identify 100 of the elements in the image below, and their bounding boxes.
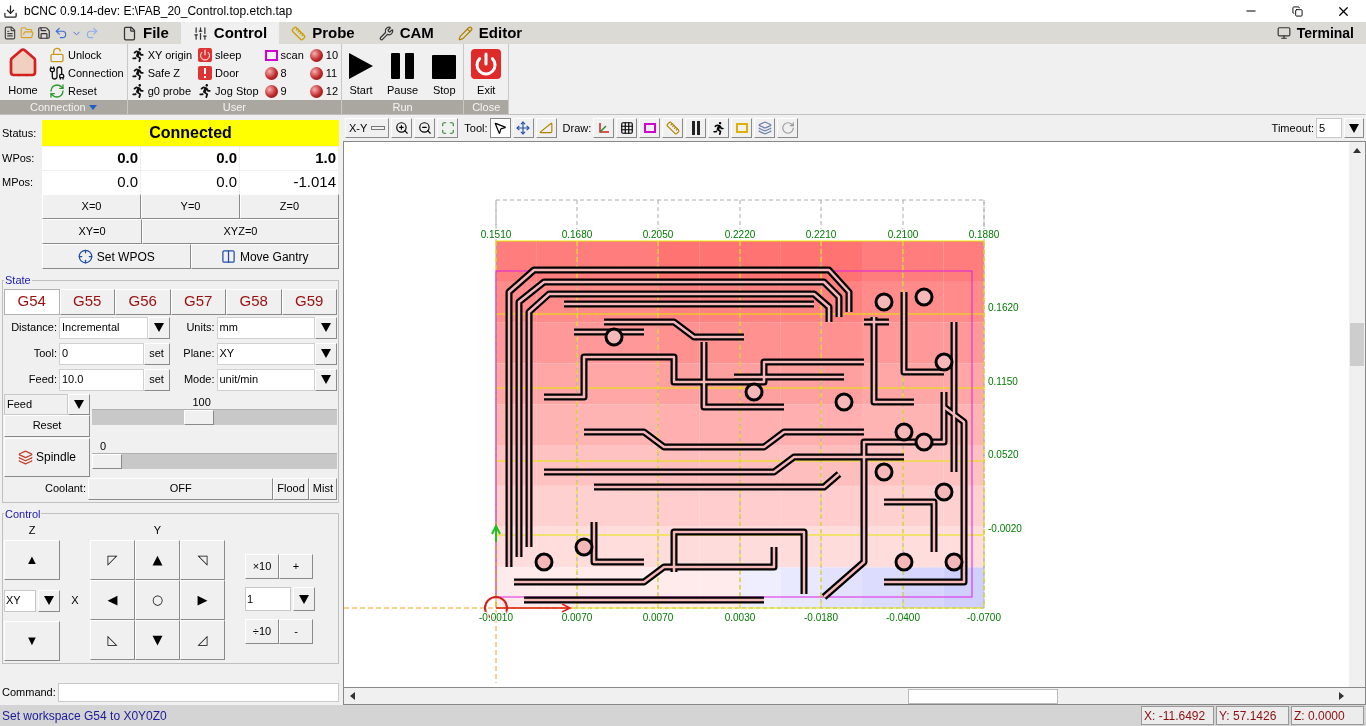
door-button[interactable]: Door	[198, 64, 259, 82]
override-dropdown[interactable]: Feed	[4, 393, 68, 415]
led-button[interactable]: 10	[309, 46, 338, 64]
macro-button[interactable]: Safe Z	[130, 64, 193, 82]
slider-thumb[interactable]	[184, 409, 215, 425]
jog-button[interactable]: ▼	[135, 620, 180, 660]
step-button[interactable]: ÷10	[245, 619, 279, 644]
step-field[interactable]: 1	[245, 587, 291, 611]
view-dropdown[interactable]: X-Y	[345, 118, 390, 138]
jog-button[interactable]: ▼	[4, 621, 60, 661]
sleep-button[interactable]: sleep	[198, 46, 259, 64]
zero-axis-button[interactable]: Y=0	[141, 194, 240, 219]
coolant-mode-button[interactable]: Flood	[273, 477, 309, 500]
jog-button[interactable]: ○	[135, 580, 180, 620]
move-tool-button[interactable]	[512, 118, 534, 138]
rapid-button[interactable]	[708, 118, 730, 138]
jog-button[interactable]: ◀	[90, 580, 135, 620]
zero-axis-button[interactable]: Z=0	[240, 194, 339, 219]
led-button[interactable]: 12	[309, 82, 338, 100]
dropdown-button[interactable]	[68, 393, 90, 415]
workspace-tab[interactable]: G58	[226, 288, 282, 315]
dropdown-field[interactable]: XY	[216, 342, 315, 365]
workspace-tab[interactable]: G56	[115, 288, 171, 315]
connection-button[interactable]: Connection	[49, 64, 124, 82]
dropdown-button[interactable]	[315, 342, 337, 365]
scrollbar-thumb[interactable]	[908, 688, 1058, 704]
zoom-out-button[interactable]	[414, 118, 436, 138]
probe-value: 0.1620	[988, 302, 1019, 313]
dropdown-button[interactable]	[147, 316, 170, 339]
ruler-tool-button[interactable]	[535, 118, 557, 138]
step-button[interactable]: -	[279, 619, 313, 644]
slider-thumb[interactable]	[92, 453, 122, 469]
input-field[interactable]: 10.0	[59, 368, 144, 391]
dropdown-button[interactable]	[1344, 118, 1364, 138]
workspace-tab[interactable]: G54	[4, 288, 60, 315]
macro-button[interactable]: XY origin	[130, 46, 193, 64]
plane-dropdown[interactable]: XY	[4, 589, 36, 612]
scan-button[interactable]: scan	[264, 46, 304, 64]
led-button[interactable]: 11	[309, 64, 338, 82]
set-button[interactable]: set	[143, 368, 170, 391]
zero-axis-button[interactable]: X=0	[42, 194, 141, 219]
macro-button[interactable]: g0 probe	[130, 82, 193, 100]
zoom-in-button[interactable]	[391, 118, 413, 138]
new-file-button[interactable]	[3, 26, 17, 40]
set-button[interactable]: set	[143, 342, 170, 365]
dropdown-button[interactable]	[293, 587, 315, 611]
margins-button[interactable]	[639, 118, 661, 138]
dropdown-field[interactable]: Incremental	[59, 316, 148, 339]
macro-button[interactable]: Jog Stop	[198, 82, 259, 100]
reset-button[interactable]: Reset	[4, 414, 90, 437]
dropdown-button[interactable]	[315, 316, 337, 339]
coolant-mode-button[interactable]: Mist	[308, 477, 337, 500]
jog-button[interactable]: ◹	[180, 540, 225, 580]
paths-button[interactable]	[685, 118, 707, 138]
step-button[interactable]: ×10	[245, 554, 279, 579]
refresh-button[interactable]	[777, 118, 799, 138]
dropdown-field[interactable]: unit/min	[216, 368, 315, 391]
stop-button[interactable]: Stop	[428, 46, 461, 98]
home-button[interactable]: Home	[3, 46, 43, 98]
jog-button[interactable]: ◺	[90, 620, 135, 660]
scroll-right-icon	[1338, 692, 1344, 700]
timeout-field[interactable]: 5	[1316, 118, 1342, 138]
workspace-tab[interactable]: G55	[59, 288, 115, 315]
jog-button[interactable]: ▲	[135, 540, 180, 580]
terminal-tab[interactable]: Terminal	[1264, 22, 1366, 44]
save-button[interactable]	[37, 26, 51, 40]
dropdown-field[interactable]: mm	[216, 316, 315, 339]
spindle-button[interactable]: Spindle	[4, 437, 90, 477]
exit-button[interactable]: Exit	[467, 46, 506, 98]
dropdown-button[interactable]	[38, 589, 60, 612]
select-tool-button[interactable]	[489, 118, 511, 138]
jog-button[interactable]: ◸	[90, 540, 135, 580]
grid-button[interactable]	[616, 118, 638, 138]
coolant-button[interactable]: OFF	[88, 477, 274, 500]
pause-button[interactable]: Pause	[383, 46, 423, 98]
led-button[interactable]: 8	[264, 64, 304, 82]
jog-button[interactable]: ▶	[180, 580, 225, 620]
jog-button[interactable]: ◿	[180, 620, 225, 660]
jog-button[interactable]: ▲	[4, 540, 60, 580]
zero-axis-button[interactable]: XY=0	[42, 219, 142, 244]
dropdown-button[interactable]	[315, 368, 337, 391]
zero-axis-button[interactable]: XYZ=0	[142, 219, 339, 244]
unlock-button[interactable]: Unlock	[49, 46, 124, 64]
workspace-tab[interactable]: G59	[281, 288, 337, 315]
canvas[interactable]: 0.1510 0.1680 0.2050 0.2220 0.2210 0.2100 0.1880 0.1620 0.1150 0.0520 -0.0020 -0.0010 0.0070 0.0070 0.0030 -0.0180 -0.0400 -0.0700	[344, 142, 1349, 687]
input-field[interactable]: 0	[59, 342, 144, 365]
step-button[interactable]: +	[279, 554, 313, 579]
start-button[interactable]: Start	[345, 46, 377, 98]
reset-button[interactable]: Reset	[49, 82, 124, 100]
horizontal-scrollbar[interactable]	[343, 688, 1366, 705]
move-gantry-button[interactable]: Move Gantry	[190, 244, 339, 269]
probe-value: -0.0180	[804, 612, 838, 623]
workspace-tab[interactable]: G57	[170, 288, 226, 315]
command-field[interactable]	[57, 682, 339, 702]
led-button[interactable]: 9	[264, 82, 304, 100]
ribbon-tab[interactable]: Control	[180, 22, 280, 44]
set-wpos-button[interactable]: Set WPOS	[42, 244, 191, 269]
scrollbar-thumb[interactable]	[1350, 323, 1364, 366]
camera-button[interactable]	[754, 118, 776, 138]
axes-button[interactable]	[593, 118, 615, 138]
